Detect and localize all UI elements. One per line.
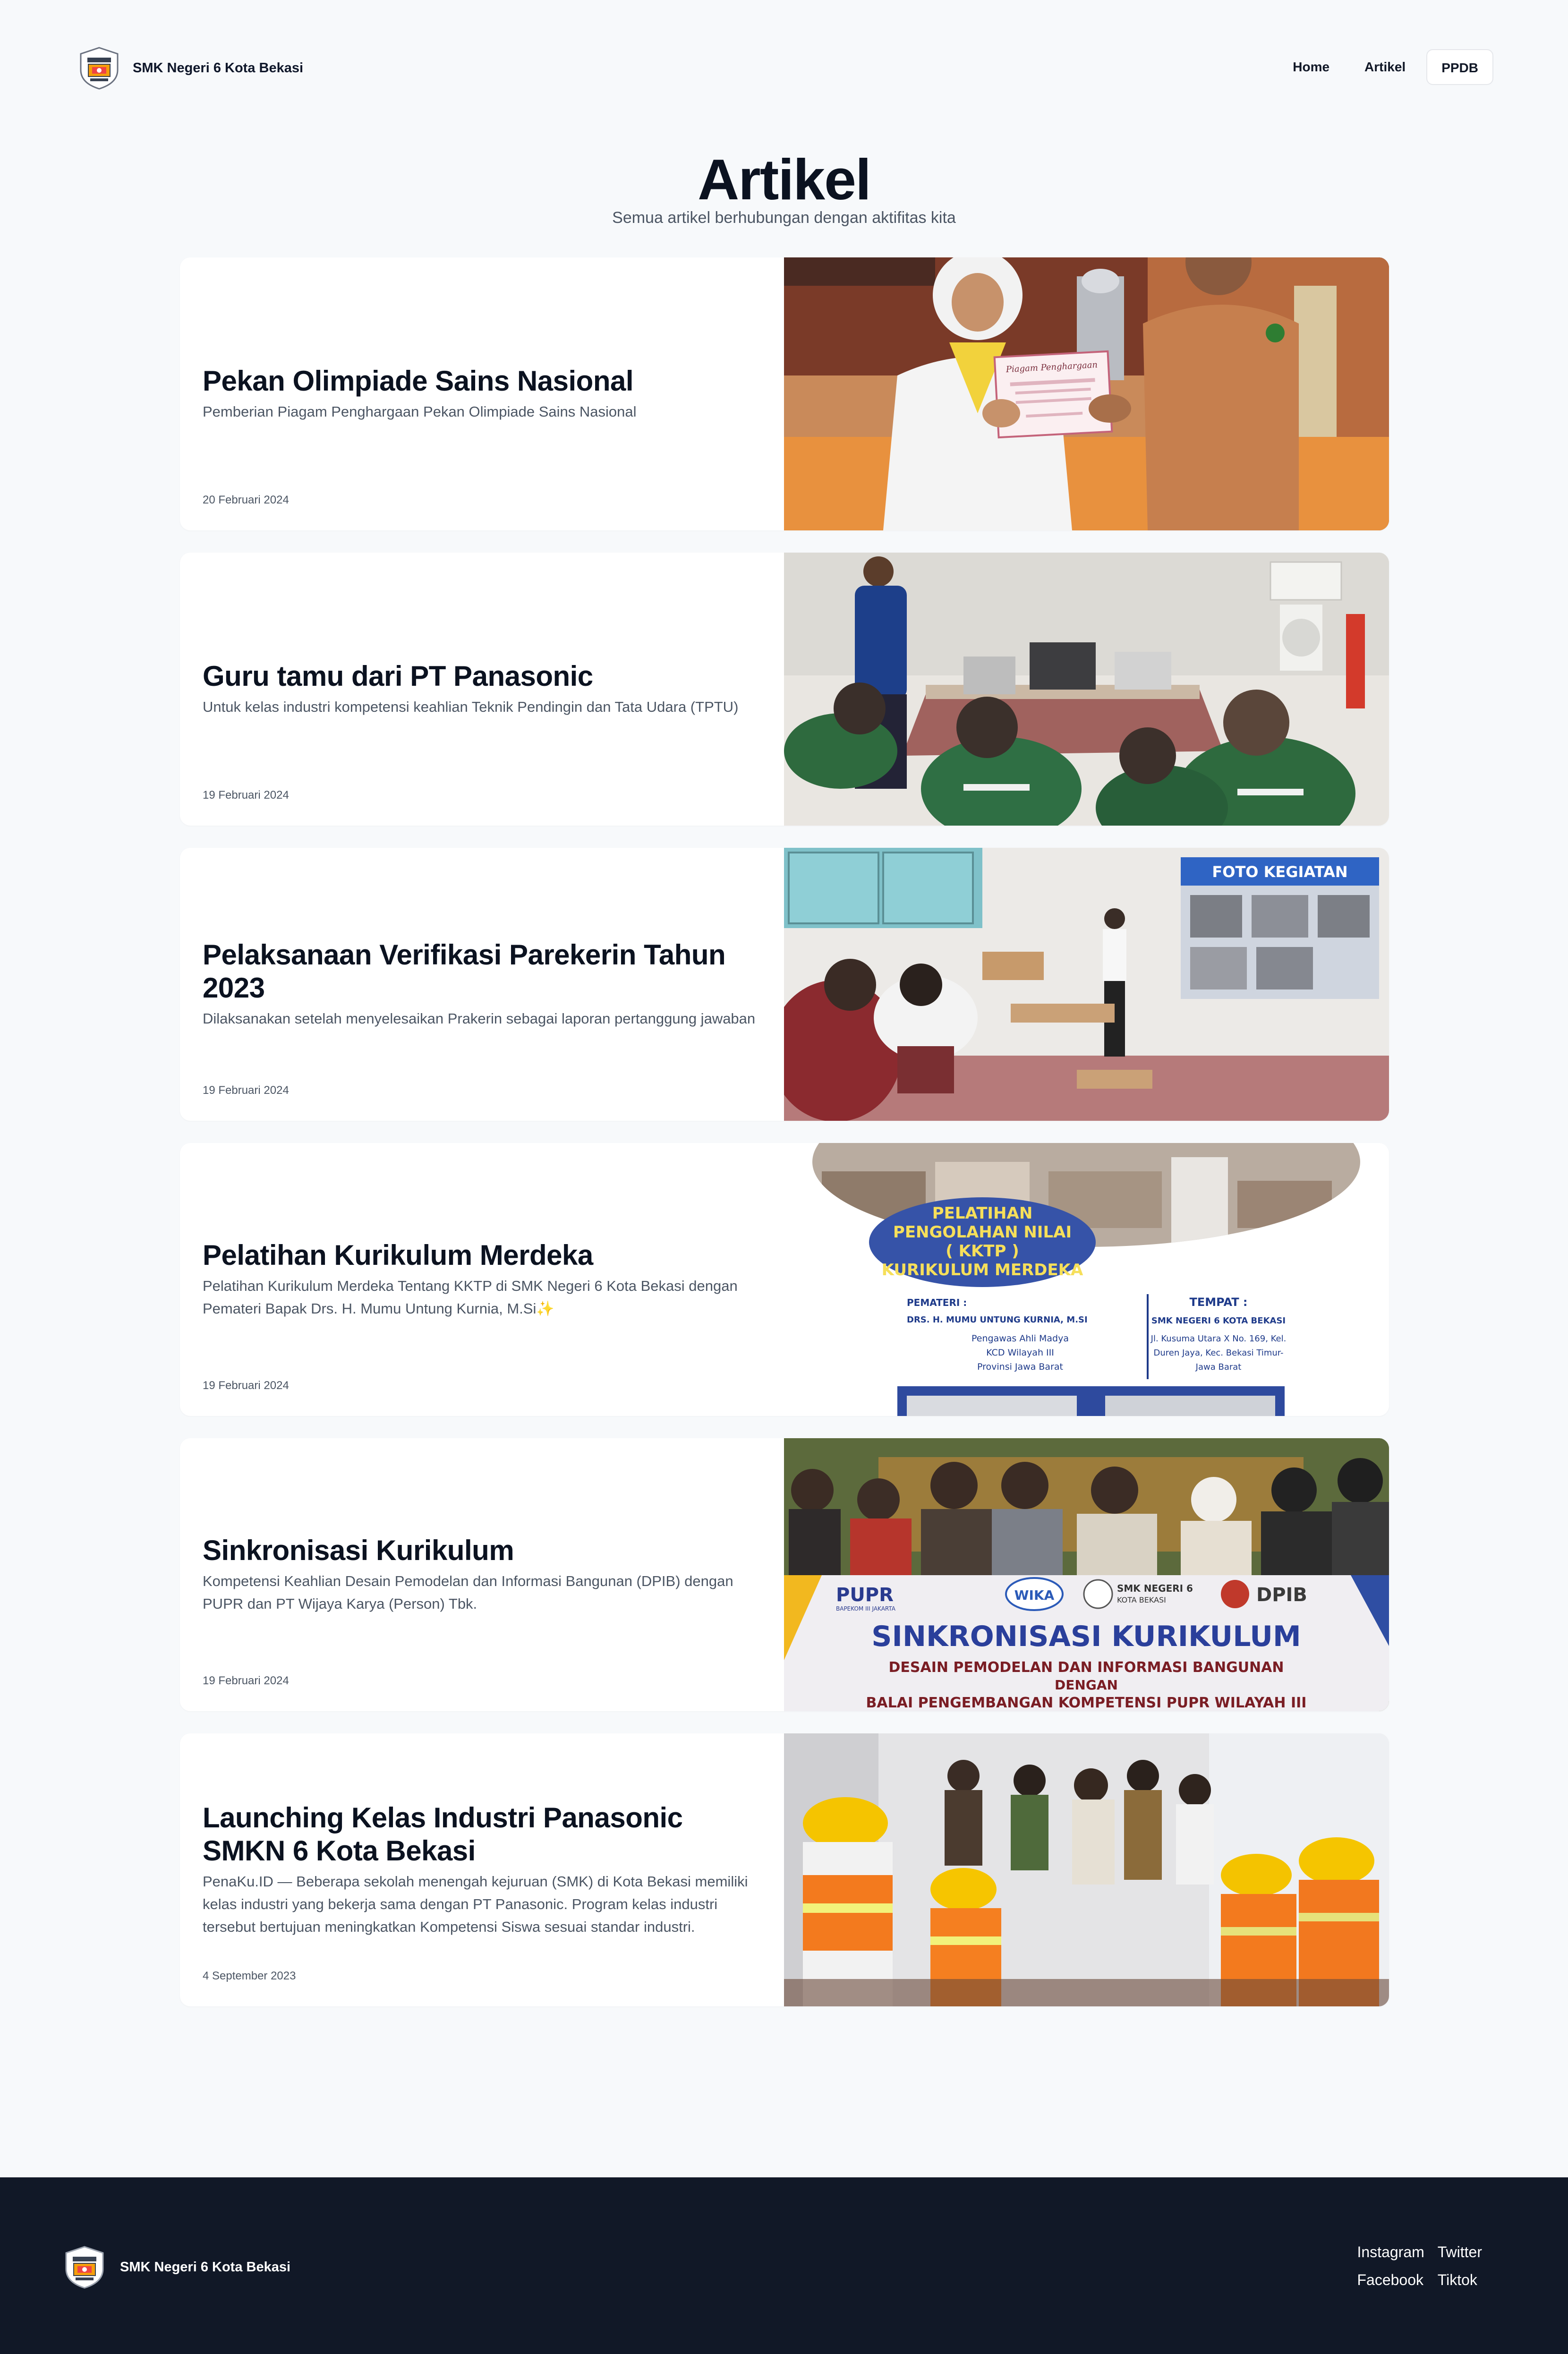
- article-title[interactable]: Pekan Olimpiade Sains Nasional: [203, 365, 760, 398]
- brand[interactable]: SMK Negeri 6 Kota Bekasi: [78, 46, 303, 90]
- article-date: 20 Februari 2024: [203, 494, 289, 506]
- article-date: 4 September 2023: [203, 1970, 296, 1982]
- nav-artikel[interactable]: Artikel: [1350, 49, 1420, 85]
- poster-line4: KURIKULUM MERDEKA: [882, 1261, 1083, 1279]
- article-description: Pemberian Piagam Penghargaan Pekan Olimp…: [203, 403, 637, 420]
- article-date: 19 Februari 2024: [203, 1379, 289, 1392]
- main-nav: Home Artikel PPDB: [1278, 49, 1493, 85]
- school-logo-icon: [78, 46, 120, 90]
- article-title[interactable]: Launching Kelas Industri Panasonic SMKN …: [203, 1801, 760, 1868]
- article-text: Pelaksanaan Verifikasi Parekerin Tahun 2…: [203, 848, 760, 1121]
- article-text: Guru tamu dari PT Panasonic Untuk kelas …: [203, 553, 760, 826]
- article-description: Dilaksanakan setelah menyelesaikan Prake…: [203, 1010, 756, 1027]
- tempat-addr1: Jl. Kusuma Utara X No. 169, Kel.: [1150, 1334, 1287, 1344]
- banner-logo-smk-b: KOTA BEKASI: [1117, 1595, 1166, 1604]
- article-text: Pelatihan Kurikulum Merdeka Pelatihan Ku…: [203, 1143, 760, 1416]
- page-title: Artikel: [698, 147, 871, 212]
- article-description: Untuk kelas industri kompetensi keahlian…: [203, 699, 739, 715]
- tempat-label: TEMPAT :: [1189, 1296, 1247, 1309]
- article-date: 19 Februari 2024: [203, 789, 289, 802]
- article-title[interactable]: Pelatihan Kurikulum Merdeka: [203, 1239, 760, 1272]
- article-description: PenaKu.ID — Beberapa sekolah menengah ke…: [203, 1873, 748, 1935]
- page-subtitle: Semua artikel berhubungan dengan aktifit…: [612, 209, 956, 227]
- article-title[interactable]: Sinkronisasi Kurikulum: [203, 1534, 760, 1567]
- tempat-name: SMK NEGERI 6 KOTA BEKASI: [1151, 1316, 1286, 1326]
- article-card[interactable]: Pelatihan Kurikulum Merdeka Pelatihan Ku…: [180, 1143, 1389, 1416]
- article-image[interactable]: [784, 553, 1389, 826]
- article-image[interactable]: FOTO KEGIATAN: [784, 848, 1389, 1121]
- article-description: Kompetensi Keahlian Desain Pemodelan dan…: [203, 1573, 733, 1612]
- article-image[interactable]: [784, 1733, 1389, 2006]
- banner-logo-dpib: DPIB: [1256, 1584, 1307, 1606]
- site-footer: SMK Negeri 6 Kota Bekasi Instagram Twitt…: [0, 2177, 1568, 2354]
- pemateri-role3: Provinsi Jawa Barat: [977, 1362, 1063, 1372]
- nav-home[interactable]: Home: [1278, 49, 1344, 85]
- footer-brand[interactable]: SMK Negeri 6 Kota Bekasi: [63, 2245, 291, 2289]
- nav-ppdb[interactable]: PPDB: [1426, 49, 1493, 85]
- banner-line4: BALAI PENGEMBANGAN KOMPETENSI PUPR WILAY…: [866, 1695, 1307, 1711]
- banner-logo-pupr: PUPR: [836, 1584, 894, 1606]
- poster-line3: ( KKTP ): [946, 1242, 1019, 1261]
- banner-headline: SINKRONISASI KURIKULUM: [871, 1620, 1301, 1653]
- footer-link-twitter[interactable]: Twitter: [1438, 2243, 1482, 2261]
- article-image[interactable]: PELATIHAN PENGOLAHAN NILAI ( KKTP ) KURI…: [784, 1143, 1389, 1416]
- tempat-addr3: Jawa Barat: [1195, 1362, 1242, 1372]
- article-date: 19 Februari 2024: [203, 1084, 289, 1097]
- article-text: Pekan Olimpiade Sains Nasional Pemberian…: [203, 257, 760, 530]
- article-card[interactable]: Sinkronisasi Kurikulum Kompetensi Keahli…: [180, 1438, 1389, 1711]
- poster-line1: PELATIHAN: [932, 1204, 1033, 1223]
- site-header: SMK Negeri 6 Kota Bekasi Home Artikel PP…: [0, 0, 1568, 137]
- article-description: Pelatihan Kurikulum Merdeka Tentang KKTP…: [203, 1278, 738, 1317]
- tempat-addr2: Duren Jaya, Kec. Bekasi Timur-: [1153, 1348, 1283, 1358]
- article-card[interactable]: Pelaksanaan Verifikasi Parekerin Tahun 2…: [180, 848, 1389, 1121]
- banner-logo-pupr-sub: BAPEKOM III JAKARTA: [836, 1605, 896, 1612]
- poster-line2: PENGOLAHAN NILAI: [893, 1223, 1072, 1242]
- article-card[interactable]: Launching Kelas Industri Panasonic SMKN …: [180, 1733, 1389, 2006]
- article-card[interactable]: Guru tamu dari PT Panasonic Untuk kelas …: [180, 553, 1389, 826]
- article-title[interactable]: Pelaksanaan Verifikasi Parekerin Tahun 2…: [203, 938, 760, 1005]
- banner-logo-smk-a: SMK NEGERI 6: [1117, 1583, 1193, 1594]
- screen-text: FOTO KEGIATAN: [1212, 863, 1347, 881]
- pemateri-name: DRS. H. MUMU UNTUNG KURNIA, M.SI: [907, 1315, 1088, 1325]
- footer-link-tiktok[interactable]: Tiktok: [1438, 2271, 1482, 2289]
- article-card[interactable]: Pekan Olimpiade Sains Nasional Pemberian…: [180, 257, 1389, 530]
- footer-link-instagram[interactable]: Instagram: [1357, 2243, 1424, 2261]
- banner-line3: DENGAN: [1055, 1677, 1118, 1693]
- footer-link-facebook[interactable]: Facebook: [1357, 2271, 1424, 2289]
- article-date: 19 Februari 2024: [203, 1674, 289, 1687]
- article-text: Launching Kelas Industri Panasonic SMKN …: [203, 1733, 760, 2006]
- pemateri-label: PEMATERI :: [907, 1297, 967, 1308]
- footer-social-links: Instagram Twitter Facebook Tiktok: [1340, 2243, 1482, 2289]
- article-image[interactable]: PUPR BAPEKOM III JAKARTA WIKA SMK NEGERI…: [784, 1438, 1389, 1711]
- article-image[interactable]: Piagam Penghargaan: [784, 257, 1389, 530]
- brand-name: SMK Negeri 6 Kota Bekasi: [133, 60, 304, 76]
- banner-line2: DESAIN PEMODELAN DAN INFORMASI BANGUNAN: [889, 1659, 1284, 1676]
- footer-brand-name: SMK Negeri 6 Kota Bekasi: [120, 2259, 291, 2275]
- article-title[interactable]: Guru tamu dari PT Panasonic: [203, 660, 760, 693]
- school-logo-icon: [63, 2245, 106, 2289]
- banner-logo-wika: WIKA: [1014, 1587, 1055, 1603]
- pemateri-role2: KCD Wilayah III: [986, 1348, 1054, 1358]
- pemateri-role1: Pengawas Ahli Madya: [971, 1333, 1069, 1344]
- article-text: Sinkronisasi Kurikulum Kompetensi Keahli…: [203, 1438, 760, 1711]
